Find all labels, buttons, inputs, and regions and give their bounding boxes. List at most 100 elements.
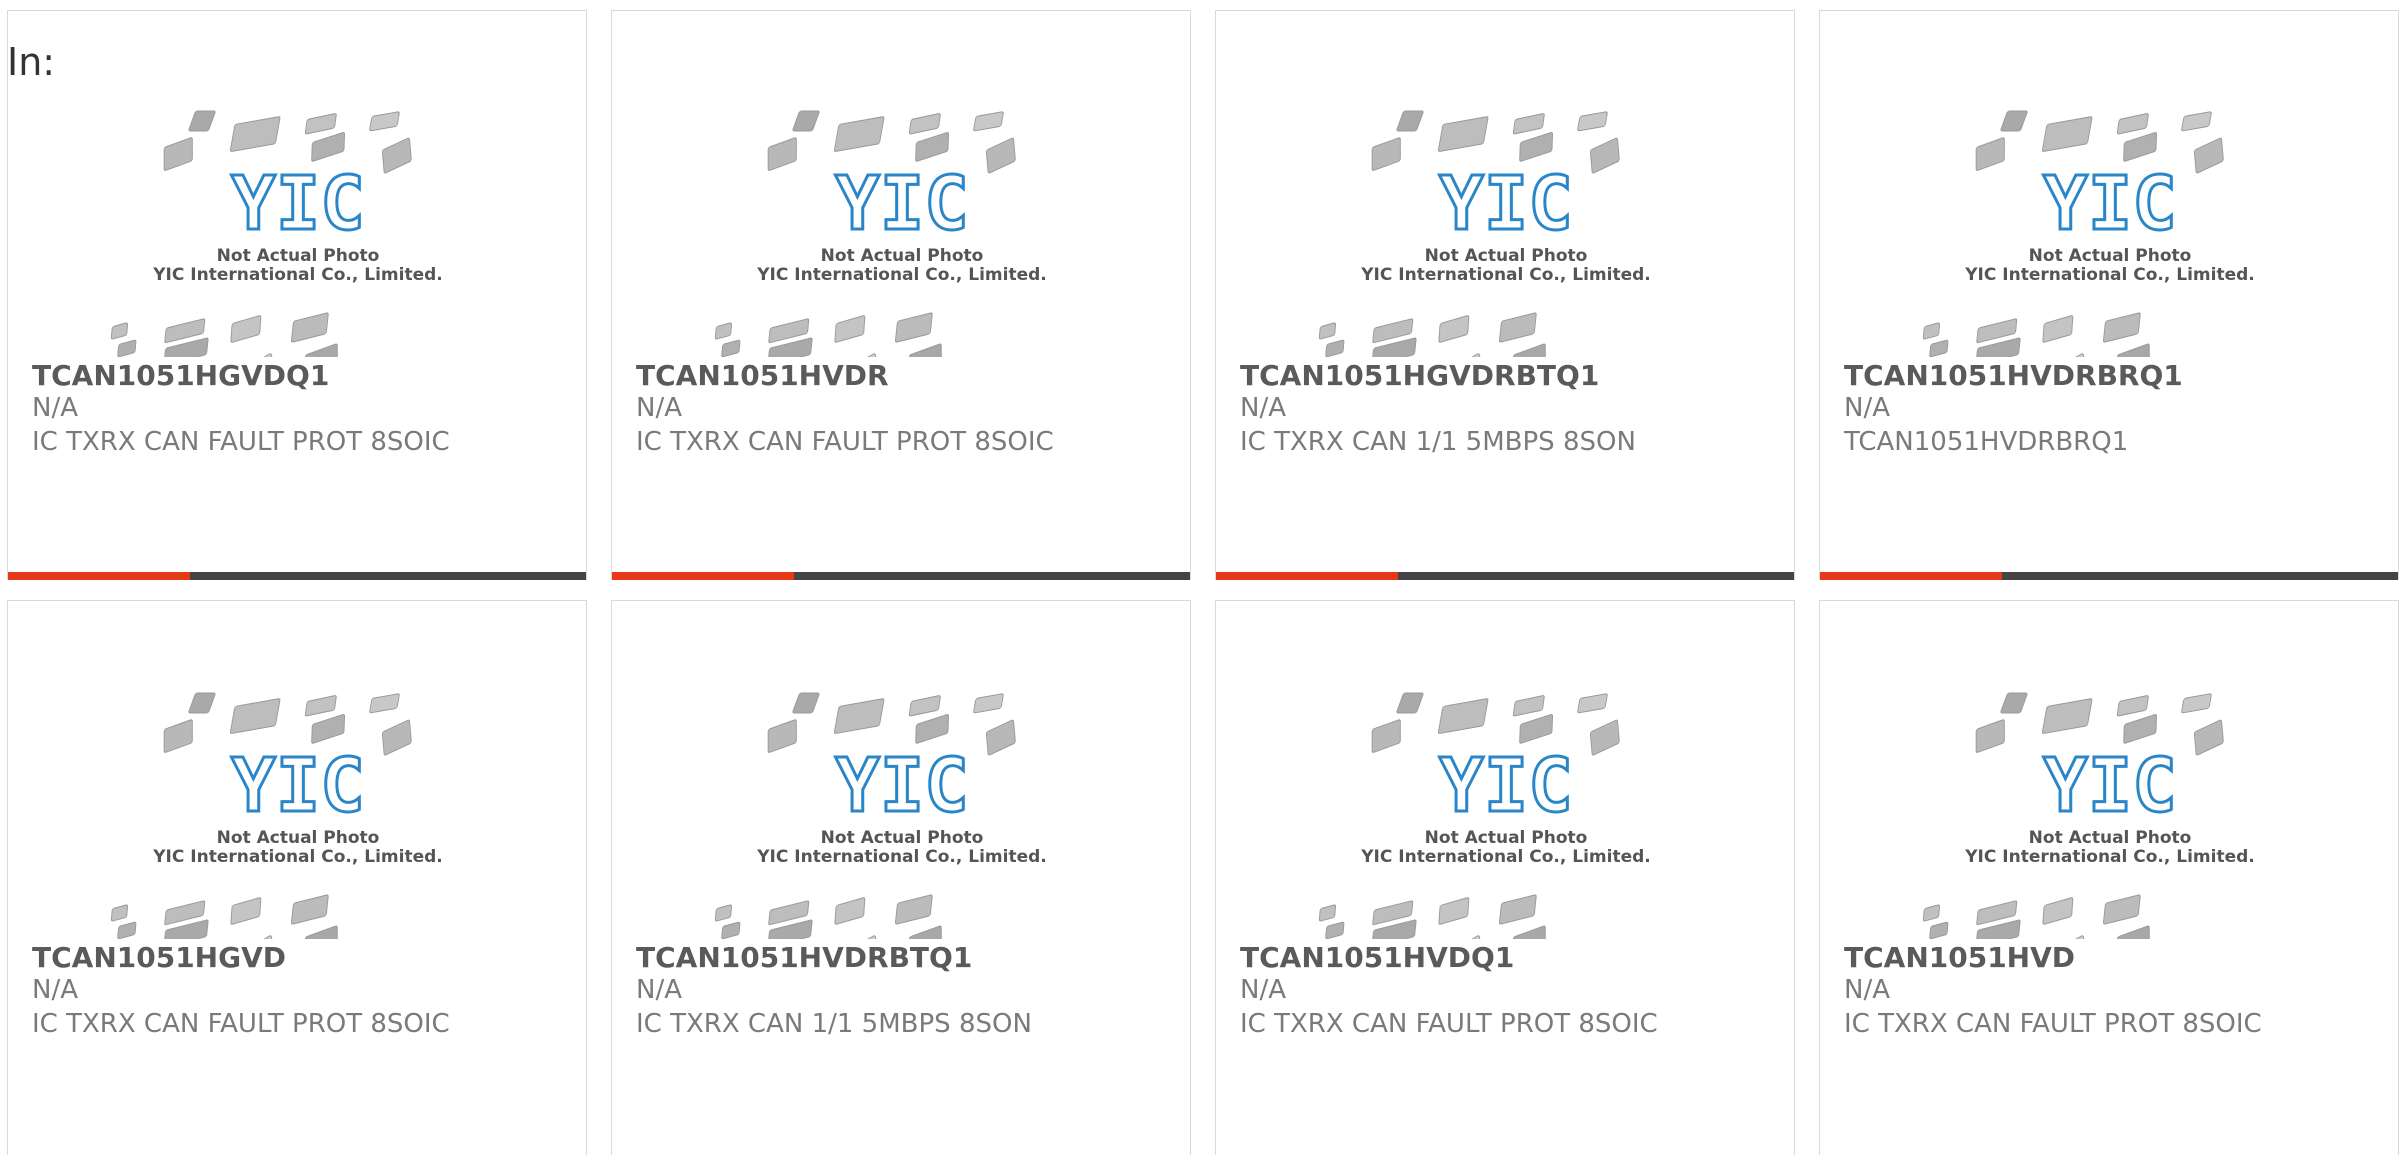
company-name-text: YIC International Co., Limited. [1360,847,1651,867]
not-actual-photo-text: Not Actual Photo [217,246,380,266]
ic-chip-shape [985,719,1016,756]
ic-chip-shape [2102,312,2141,343]
ic-chip-shape [1519,131,1554,162]
ic-chip-shape [369,111,400,132]
ic-chip-shape [849,935,880,973]
description: IC TXRX CAN FAULT PROT 8SOIC [32,427,450,457]
ic-chip-shape [915,713,950,744]
product-card[interactable]: YIC Not Actual Photo YIC International Co.… [1215,10,1795,580]
description: IC TXRX CAN FAULT PROT 8SOIC [32,1009,450,1039]
ic-chip-shape [792,692,820,714]
part-number[interactable]: TCAN1051HVDQ1 [1240,941,1514,974]
product-card[interactable]: YIC Not Actual Photo YIC International Co.… [1819,10,2399,580]
product-card[interactable]: YIC Not Actual Photo YIC International Co.… [611,10,1191,580]
ic-chip-shape [2057,353,2088,391]
ic-chip-shape [304,695,337,717]
ic-chip-shape [833,698,885,734]
not-actual-photo-text: Not Actual Photo [1425,246,1588,266]
ic-chip-shape [230,897,262,925]
ic-chip-shape [229,698,281,734]
ic-chip-shape [2116,695,2149,717]
company-name-text: YIC International Co., Limited. [152,847,443,867]
ic-chip-shape [1318,322,1337,340]
product-card[interactable]: YIC Not Actual Photo YIC International Co.… [611,600,1191,1155]
ic-chip-shape [369,693,400,714]
part-number[interactable]: TCAN1051HVDRBTQ1 [636,941,972,974]
placeholder-photo-svg: YICNot Actual PhotoYIC International Co.… [110,692,443,973]
ic-chip-shape [915,131,950,162]
not-actual-photo-text: Not Actual Photo [821,246,984,266]
ic-chip-shape [2193,137,2224,174]
placeholder-photo-svg: YICNot Actual PhotoYIC International Co.… [714,110,1047,391]
product-card[interactable]: YIC Not Actual Photo YIC International Co.… [1215,600,1795,1155]
ic-chip-shape [908,113,941,135]
ic-chip-shape [188,110,216,132]
ic-chip-shape [163,137,193,171]
ic-chip-shape [834,315,866,343]
ic-chip-shape [894,894,933,925]
ic-chip-shape [1922,322,1941,340]
ic-chip-shape [117,339,137,358]
company-name-text: YIC International Co., Limited. [1360,265,1651,285]
placeholder-photo-svg: YICNot Actual PhotoYIC International Co.… [714,692,1047,973]
part-number[interactable]: TCAN1051HVDR [636,359,889,392]
part-number[interactable]: TCAN1051HVDRBRQ1 [1844,359,2183,392]
description: IC TXRX CAN FAULT PROT 8SOIC [1240,1009,1658,1039]
ic-chip-shape [973,111,1004,132]
company-name-text: YIC International Co., Limited. [152,265,443,285]
ic-chip-shape [1975,137,2005,171]
part-number[interactable]: TCAN1051HGVDRBTQ1 [1240,359,1599,392]
ic-chip-shape [245,935,276,973]
ic-chip-shape [163,719,193,753]
ic-chip-shape [110,904,129,922]
yic-logo-outline: YIC [231,743,365,829]
placeholder-photo-svg: YICNot Actual PhotoYIC International Co.… [110,110,443,391]
product-card[interactable]: YIC Not Actual Photo YIC International Co.… [1819,600,2399,1155]
ic-chip-shape [1453,353,1484,391]
ic-chip-shape [2042,897,2074,925]
product-card[interactable]: YIC Not Actual Photo YIC International Co.… [7,10,587,580]
ic-chip-shape [164,318,206,344]
ic-chip-shape [908,343,942,379]
card-bar-accent [8,572,190,580]
description: IC TXRX CAN 1/1 5MBPS 8SON [636,1009,1032,1039]
part-number[interactable]: TCAN1051HVD [1844,941,2075,974]
not-actual-photo-image: YIC Not Actual Photo YIC International Co.… [8,99,586,391]
yic-logo-outline: YIC [2043,161,2177,247]
ic-chip-shape [2041,116,2093,152]
manufacturer: N/A [1240,393,1286,423]
ic-chip-shape [1512,113,1545,135]
not-actual-photo-image: YIC Not Actual Photo YIC International Co.… [1216,681,1794,973]
ic-chip-shape [1976,900,2018,926]
ic-chip-shape [721,339,741,358]
product-grid: YIC Not Actual Photo YIC International Co.… [0,0,2400,1155]
ic-chip-shape [768,318,810,344]
ic-chip-shape [1437,116,1489,152]
ic-chip-shape [188,692,216,714]
ic-chip-shape [1371,137,1401,171]
placeholder-photo-svg: YICNot Actual PhotoYIC International Co.… [1922,692,2255,973]
ic-chip-shape [833,116,885,152]
ic-chip-shape [2181,693,2212,714]
ic-chip-shape [229,116,281,152]
product-card[interactable]: YIC Not Actual Photo YIC International Co.… [7,600,587,1155]
ic-chip-shape [985,137,1016,174]
ic-chip-shape [2193,719,2224,756]
part-number[interactable]: TCAN1051HGVDQ1 [32,359,329,392]
ic-chip-shape [2181,111,2212,132]
manufacturer: N/A [636,975,682,1005]
ic-chip-shape [1929,921,1949,940]
yic-logo-outline: YIC [2043,743,2177,829]
company-name-text: YIC International Co., Limited. [756,847,1047,867]
ic-chip-shape [1498,312,1537,343]
manufacturer: N/A [1240,975,1286,1005]
part-number[interactable]: TCAN1051HGVD [32,941,286,974]
ic-chip-shape [834,897,866,925]
ic-chip-shape [2057,935,2088,973]
ic-chip-shape [767,719,797,753]
ic-chip-shape [164,900,206,926]
ic-chip-shape [1396,110,1424,132]
ic-chip-shape [1438,315,1470,343]
manufacturer: N/A [636,393,682,423]
ic-chip-shape [2102,894,2141,925]
